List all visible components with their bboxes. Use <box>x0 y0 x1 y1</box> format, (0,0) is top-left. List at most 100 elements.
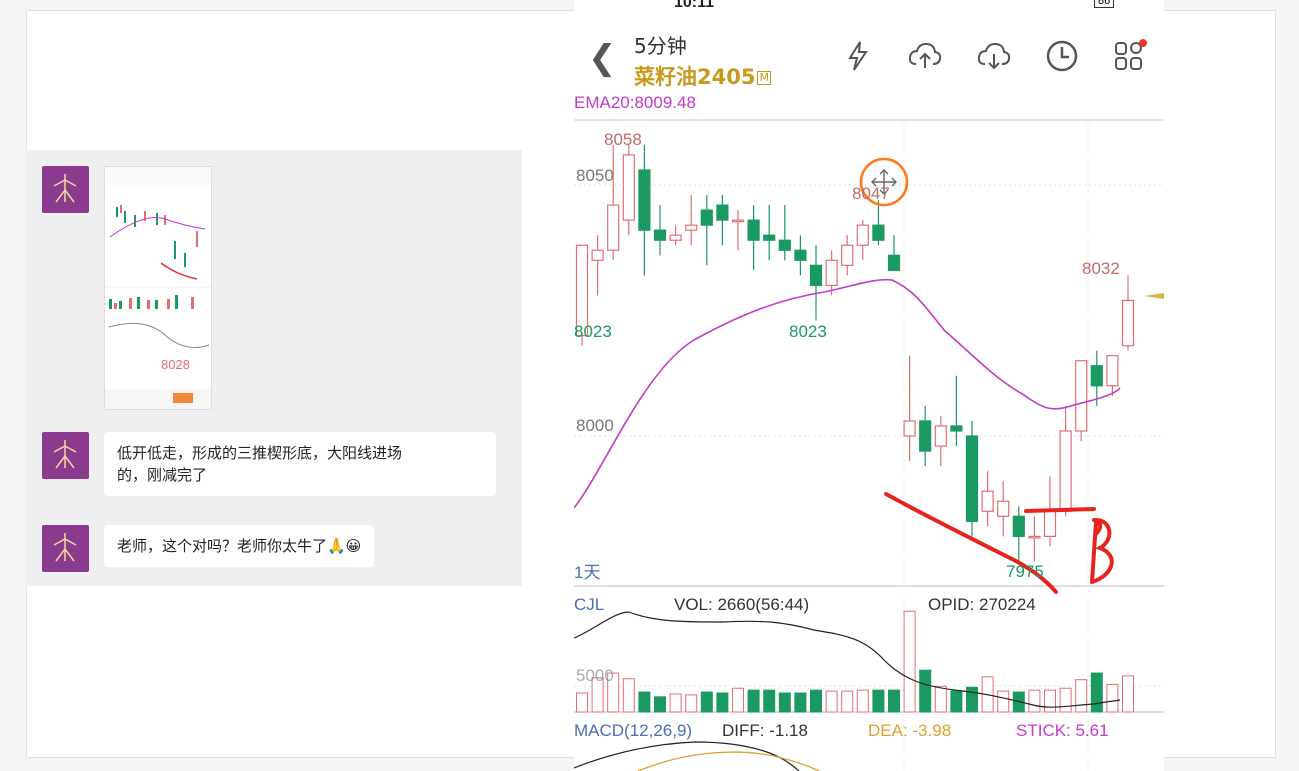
avatar[interactable] <box>42 432 89 479</box>
candle-body <box>716 204 729 221</box>
volume-bar <box>950 690 963 713</box>
chat-message-bubble[interactable]: 老师，这个对吗？老师你太牛了🙏😀 <box>104 525 375 567</box>
candle-body <box>1121 299 1135 347</box>
volume-bar <box>1059 687 1072 713</box>
candle <box>685 195 698 246</box>
candle <box>731 210 745 251</box>
candle <box>1121 275 1135 351</box>
high-annotation: 8047 <box>852 184 890 203</box>
candle-body <box>685 224 698 231</box>
candle <box>1106 355 1119 396</box>
candle-body <box>997 500 1010 517</box>
volume-bar <box>888 689 900 713</box>
volume-bar <box>716 692 729 713</box>
candle-body <box>607 204 620 251</box>
candle <box>607 144 620 261</box>
candle <box>903 355 916 462</box>
volume-bar <box>1044 689 1056 713</box>
candle-body <box>981 490 994 512</box>
volume-indicator-label[interactable]: CJL <box>574 595 604 615</box>
candle <box>794 235 807 276</box>
low-annotation: 7975 <box>1006 562 1044 581</box>
candle-body <box>934 425 947 447</box>
candle-body <box>653 229 667 241</box>
volume-bar <box>1028 689 1041 713</box>
candle-body <box>903 420 916 437</box>
candle <box>1012 506 1025 562</box>
candle <box>716 195 729 246</box>
candle <box>997 481 1010 537</box>
candle-body <box>622 154 635 221</box>
candle <box>950 375 963 447</box>
message-text-line: 的，刚减完了 <box>117 466 208 484</box>
volume-bar <box>700 691 713 713</box>
candle-body <box>950 425 963 432</box>
range-label[interactable]: 1天 <box>574 558 600 583</box>
candle-body <box>700 209 713 226</box>
volume-bar <box>778 692 791 713</box>
candle <box>887 235 901 271</box>
chat-panel: 8028 低开低走，形成的三推楔形底，大阳线进场 的，刚减完了 老师，这个对吗？… <box>26 150 522 586</box>
handwritten-mark <box>1090 518 1114 584</box>
candle-body <box>965 435 979 522</box>
candle <box>669 225 682 246</box>
macd-label[interactable]: MACD(12,26,9) <box>574 721 692 741</box>
candle-body <box>825 259 838 286</box>
open-interest-value: OPID: 270224 <box>928 595 1036 614</box>
candle <box>825 250 838 296</box>
avatar[interactable] <box>42 525 89 572</box>
volume-bar <box>997 690 1010 713</box>
low-annotation: 8023 <box>789 322 827 341</box>
volume-bar <box>810 689 822 713</box>
candlestick-chart[interactable] <box>574 0 1164 771</box>
candle <box>778 205 791 261</box>
volume-bar <box>576 692 588 713</box>
candle-body <box>809 264 823 287</box>
volume-bar <box>841 690 854 713</box>
volume-bar <box>732 687 744 713</box>
volume-axis-label: 5000 <box>576 666 614 685</box>
candle <box>872 200 885 246</box>
current-price-marker <box>1144 293 1164 299</box>
candle-body <box>1106 355 1119 387</box>
volume-bar <box>966 686 978 713</box>
volume-bar <box>654 696 666 713</box>
price-axis-label: 8000 <box>576 416 614 435</box>
candle <box>763 205 776 261</box>
macd-diff-line <box>637 751 820 771</box>
volume-bar <box>825 690 838 713</box>
candle <box>1075 360 1088 442</box>
candle-body <box>887 254 901 271</box>
candle <box>1059 405 1072 517</box>
volume-bar <box>638 691 651 713</box>
candle-body <box>1012 515 1025 538</box>
candle-body <box>638 169 651 231</box>
candle-body <box>919 420 932 452</box>
price-axis-label: 8050 <box>576 166 614 185</box>
candle-body <box>1028 535 1041 539</box>
candle <box>622 144 635 236</box>
macd-stick-value: STICK: 5.61 <box>1016 721 1109 740</box>
high-annotation: 8058 <box>604 130 642 149</box>
candle <box>934 415 947 467</box>
volume-bar <box>794 692 807 713</box>
macd-diff-value: DIFF: -1.18 <box>722 721 808 740</box>
chart-image-thumbnail[interactable]: 8028 <box>104 166 212 410</box>
candle <box>638 144 651 276</box>
candle <box>856 220 869 261</box>
volume-bar <box>903 610 916 713</box>
avatar[interactable] <box>42 166 89 213</box>
volume-bar <box>763 689 776 713</box>
chat-message-bubble[interactable]: 低开低走，形成的三推楔形底，大阳线进场 的，刚减完了 <box>104 432 496 496</box>
low-annotation: 8023 <box>574 322 612 341</box>
volume-value: VOL: 2660(56:44) <box>674 595 810 614</box>
volume-bar <box>872 689 885 713</box>
candle-body <box>747 219 760 241</box>
ema20-line <box>574 278 1121 509</box>
thumb-price-label: 8028 <box>161 357 190 372</box>
candle-body <box>591 249 604 261</box>
macd-dea-value: DEA: -3.98 <box>868 721 952 740</box>
candle-body <box>1075 360 1088 432</box>
high-annotation: 8032 <box>1082 259 1120 278</box>
candle-body <box>872 224 885 241</box>
